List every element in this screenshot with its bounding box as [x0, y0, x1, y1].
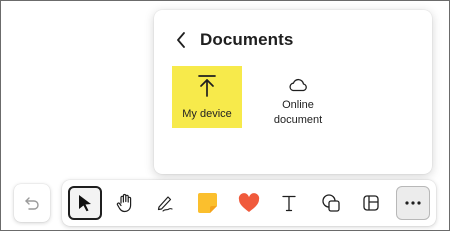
select-tool-button[interactable]: [68, 186, 102, 220]
sticky-note-icon: [198, 193, 217, 213]
chevron-left-icon: [177, 32, 185, 48]
popup-header: Documents: [170, 28, 293, 52]
sticky-note-tool-button[interactable]: [190, 186, 224, 220]
documents-popup: Documents My device Online document: [154, 10, 432, 174]
more-options-icon: [405, 201, 421, 205]
cloud-icon: [288, 78, 308, 92]
online-document-label-line1: Online: [282, 99, 314, 111]
undo-button[interactable]: [14, 184, 50, 222]
heart-reaction-icon: [238, 193, 260, 212]
pen-tool-button[interactable]: [148, 186, 182, 220]
text-icon: [282, 195, 296, 212]
pointer-arrow-icon: [79, 195, 91, 212]
online-document-label: Online document: [274, 98, 322, 128]
my-device-label: My device: [182, 108, 232, 120]
popup-title: Documents: [200, 30, 294, 49]
reaction-tool-button[interactable]: [232, 186, 266, 220]
shapes-icon: [322, 194, 340, 212]
undo-icon: [25, 197, 39, 210]
more-options-button[interactable]: [396, 186, 430, 220]
pen-icon: [157, 196, 173, 212]
hand-pan-icon: [116, 193, 132, 213]
text-tool-button[interactable]: [272, 186, 306, 220]
toolbar: [62, 180, 436, 226]
templates-icon: [363, 195, 379, 211]
upload-icon: [197, 74, 217, 98]
shapes-tool-button[interactable]: [314, 186, 348, 220]
online-document-label-line2: document: [273, 114, 323, 126]
online-document-option[interactable]: Online document: [258, 66, 338, 128]
back-button[interactable]: [170, 28, 192, 52]
templates-tool-button[interactable]: [354, 186, 388, 220]
pan-tool-button[interactable]: [108, 186, 142, 220]
my-device-option[interactable]: My device: [172, 66, 242, 128]
